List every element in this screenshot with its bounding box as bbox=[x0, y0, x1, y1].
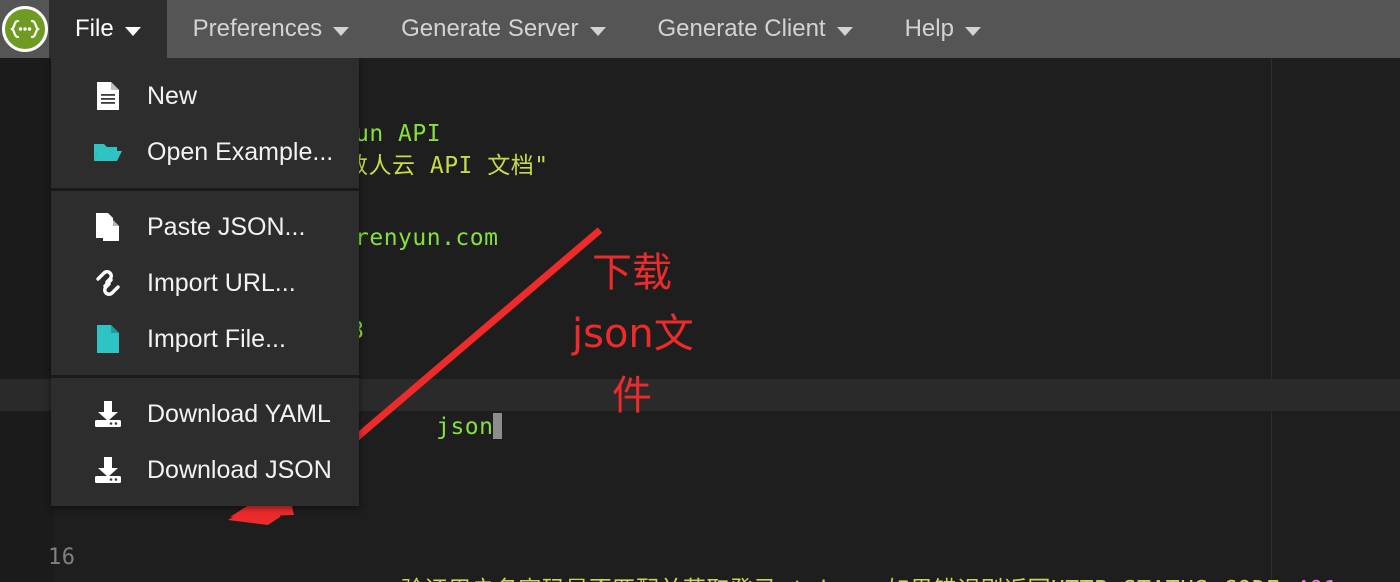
code-line: 数人云 API 文档" bbox=[345, 153, 549, 179]
menu-item-label: File bbox=[75, 15, 114, 42]
swagger-editor-window: un API 数人云 API 文档" renyun.com 8 json 16 … bbox=[0, 0, 1400, 582]
menu-item-generate-client[interactable]: Generate Client bbox=[632, 0, 879, 58]
code-line: un API bbox=[355, 121, 442, 147]
file-menu-item-new[interactable]: New bbox=[51, 68, 359, 124]
chevron-down-icon bbox=[124, 27, 141, 36]
menu-bar: File Preferences Generate Server Generat… bbox=[0, 0, 1400, 58]
menu-item-file[interactable]: File bbox=[49, 0, 167, 58]
gutter-line-number: 16 bbox=[48, 545, 76, 570]
menu-separator bbox=[51, 375, 359, 378]
menu-separator bbox=[51, 188, 359, 191]
file-menu-item-paste-json[interactable]: Paste JSON... bbox=[51, 199, 359, 255]
document-icon bbox=[93, 80, 123, 112]
text-cursor bbox=[493, 413, 503, 439]
editor-gutter bbox=[0, 0, 54, 582]
menu-item-label: Generate Server bbox=[401, 15, 579, 42]
file-menu-item-download-yaml[interactable]: Download YAML bbox=[51, 386, 359, 442]
download-icon bbox=[93, 398, 123, 430]
file-menu-item-label: Import File... bbox=[147, 324, 286, 353]
braces-glyph bbox=[9, 20, 40, 38]
menu-item-label: Preferences bbox=[192, 15, 323, 42]
menu-item-label: Generate Client bbox=[657, 15, 826, 42]
chain-link-icon bbox=[93, 267, 123, 299]
yaml-value: 验证用户名密码是否匹配并获取登录 token，如果错误则返回HTTP STATU… bbox=[401, 577, 1295, 582]
file-menu-group-2: Paste JSON... Import URL... Import File.… bbox=[51, 195, 359, 371]
swagger-braces-icon bbox=[1, 6, 48, 52]
file-menu-item-import-file[interactable]: Import File... bbox=[51, 311, 359, 367]
annotation-line-1: 下载 bbox=[592, 250, 672, 296]
file-menu-group-1: New Open Example... bbox=[51, 64, 359, 184]
file-dropdown-menu: New Open Example... Paste JSON... Import… bbox=[51, 58, 359, 506]
code-token: json bbox=[436, 414, 494, 440]
chevron-down-icon bbox=[589, 27, 606, 36]
annotation-line-2: json文 bbox=[572, 311, 694, 357]
menu-item-help[interactable]: Help bbox=[879, 0, 1007, 58]
chevron-down-icon bbox=[333, 27, 350, 36]
code-line: summary:验证用户名密码是否匹配并获取登录 token，如果错误则返回HT… bbox=[200, 542, 1338, 582]
file-menu-group-3: Download YAML Download JSON bbox=[51, 382, 359, 502]
panel-divider bbox=[1271, 0, 1272, 582]
file-menu-item-download-json[interactable]: Download JSON bbox=[51, 442, 359, 498]
file-menu-item-label: Paste JSON... bbox=[147, 212, 306, 241]
file-menu-item-label: Import URL... bbox=[147, 268, 296, 297]
code-line-active: json bbox=[350, 379, 503, 475]
folder-open-icon bbox=[93, 136, 123, 168]
code-line: renyun.com bbox=[355, 225, 499, 251]
file-icon bbox=[93, 323, 123, 355]
download-icon bbox=[93, 454, 123, 486]
menu-item-generate-server[interactable]: Generate Server bbox=[375, 0, 631, 58]
file-menu-item-label: Download YAML bbox=[147, 399, 331, 428]
menu-item-label: Help bbox=[904, 15, 954, 42]
copy-pages-icon bbox=[93, 211, 123, 243]
file-menu-item-open-example[interactable]: Open Example... bbox=[51, 124, 359, 180]
menu-item-preferences[interactable]: Preferences bbox=[167, 0, 375, 58]
file-menu-item-label: New bbox=[147, 81, 198, 110]
annotation-line-3: 件 bbox=[612, 373, 652, 419]
file-menu-item-label: Download JSON bbox=[147, 455, 332, 484]
yaml-value-code: 401 bbox=[1295, 577, 1338, 582]
chevron-down-icon bbox=[964, 27, 981, 36]
yaml-key: summary: bbox=[286, 577, 401, 582]
chevron-down-icon bbox=[836, 27, 853, 36]
file-menu-item-import-url[interactable]: Import URL... bbox=[51, 255, 359, 311]
file-menu-item-label: Open Example... bbox=[147, 137, 334, 166]
app-logo[interactable] bbox=[0, 0, 49, 58]
